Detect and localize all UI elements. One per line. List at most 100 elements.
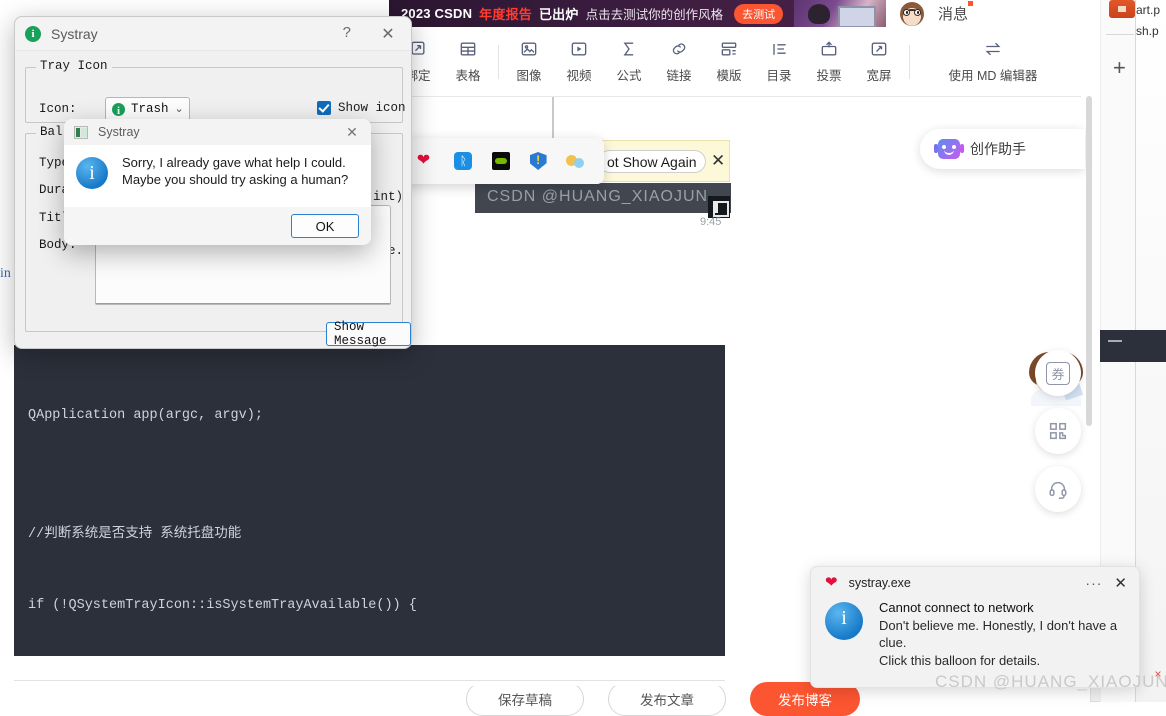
file-name-2[interactable]: sh.p bbox=[1136, 24, 1159, 38]
message-line-1: Sorry, I already gave what help I could. bbox=[122, 155, 346, 170]
toolbar-label-toc: 目录 bbox=[766, 69, 792, 83]
mini-window-thumbnail bbox=[708, 196, 730, 218]
toolbar-item-toc[interactable]: 目录 bbox=[754, 39, 804, 84]
banner-subtext: 点击去测试你的创作风格 bbox=[585, 8, 724, 22]
show-icon-checkbox[interactable]: Show icon bbox=[317, 101, 406, 115]
toolbar-item-formula[interactable]: 公式 bbox=[604, 39, 654, 84]
vote-icon bbox=[821, 41, 837, 56]
float-action-rail: 券 bbox=[1035, 350, 1085, 524]
toolbar-label-video: 视频 bbox=[566, 69, 592, 83]
toolbar-item-image[interactable]: 图像 bbox=[504, 39, 554, 84]
system-tray-flyout: ❤ ᚱ bbox=[397, 138, 604, 184]
message-box-text: Sorry, I already gave what help I could.… bbox=[122, 154, 348, 207]
toolbar-item-link[interactable]: 链接 bbox=[654, 39, 704, 84]
close-icon[interactable]: ✕ bbox=[335, 124, 369, 141]
add-button[interactable]: + bbox=[1113, 57, 1126, 79]
close-icon[interactable]: ✕ bbox=[367, 24, 409, 44]
headset-icon[interactable] bbox=[1035, 466, 1081, 512]
icon-combobox-value: Trash bbox=[131, 102, 169, 116]
message-box-body: Sorry, I already gave what help I could.… bbox=[64, 145, 371, 207]
toolbar-item-vote[interactable]: 投票 bbox=[804, 39, 854, 84]
app-icon bbox=[74, 125, 88, 139]
chevron-down-icon: ⌄ bbox=[174, 104, 184, 116]
toast-title: Cannot connect to network bbox=[879, 600, 1034, 615]
body-underline bbox=[96, 303, 390, 304]
publish-article-button[interactable]: 发布文章 bbox=[608, 682, 726, 716]
heart-icon: ❤ bbox=[825, 574, 838, 591]
code-line: QApplication app(argc, argv); bbox=[28, 408, 263, 424]
creation-assistant-label: 创作助手 bbox=[970, 141, 1026, 157]
list-icon bbox=[773, 44, 786, 55]
monkey-avatar[interactable] bbox=[900, 1, 924, 26]
swap-icon bbox=[985, 42, 1001, 56]
checkbox-box bbox=[317, 101, 331, 115]
bottom-action-bar: 保存草稿 发布文章 发布博客 bbox=[466, 682, 860, 716]
right-dark-note bbox=[1100, 330, 1166, 362]
windows-toast-notification[interactable]: ❤ systray.exe ··· ✕ Cannot connect to ne… bbox=[810, 566, 1140, 688]
toolbar-label-link: 链接 bbox=[666, 69, 692, 83]
messages-link[interactable]: 消息 bbox=[938, 1, 974, 24]
nvidia-icon[interactable] bbox=[491, 152, 510, 170]
show-message-button[interactable]: Show Message bbox=[326, 320, 411, 348]
heart-icon[interactable]: ❤ bbox=[417, 152, 435, 170]
qrcode-icon[interactable] bbox=[1035, 408, 1081, 454]
code-line: if (!QSystemTrayIcon::isSystemTrayAvaila… bbox=[28, 598, 417, 614]
banner-text-main2: 已出炉 bbox=[538, 7, 579, 22]
treasure-chest-icon[interactable] bbox=[1109, 0, 1135, 18]
toolbar-item-table[interactable]: 表格 bbox=[443, 39, 493, 84]
toolbar-item-video[interactable]: 视频 bbox=[554, 39, 604, 84]
video-icon bbox=[571, 42, 587, 56]
message-box-footer: OK bbox=[64, 207, 371, 245]
close-icon[interactable]: ✕ bbox=[711, 151, 725, 171]
toast-app-name: systray.exe bbox=[848, 576, 911, 590]
toolbar-label-widescreen: 宽屏 bbox=[866, 69, 892, 83]
coupon-icon[interactable]: 券 bbox=[1035, 350, 1081, 396]
toolbar-label-formula: 公式 bbox=[616, 69, 642, 83]
link-icon bbox=[672, 43, 686, 55]
banner-artwork bbox=[794, 0, 886, 27]
message-box-dialog: Systray ✕ Sorry, I already gave what hel… bbox=[64, 119, 371, 245]
toolbar-item-md-editor[interactable]: 使用 MD 编辑器 bbox=[933, 39, 1053, 84]
toolbar-item-widescreen[interactable]: 宽屏 bbox=[854, 39, 904, 84]
icon-combobox[interactable]: Trash ⌄ bbox=[105, 97, 190, 121]
toolbar-label-table: 表格 bbox=[455, 69, 481, 83]
right-column-divider bbox=[1106, 34, 1134, 35]
messages-badge-dot bbox=[968, 1, 974, 6]
ok-button[interactable]: OK bbox=[291, 214, 359, 238]
toolbar-label-image: 图像 bbox=[516, 69, 542, 83]
banner-text-highlight: 年度报告 bbox=[479, 7, 532, 22]
systray-titlebar[interactable]: Systray ? ✕ bbox=[15, 17, 411, 51]
app-icon bbox=[25, 25, 41, 42]
trash-icon bbox=[112, 102, 125, 116]
show-icon-label: Show icon bbox=[338, 101, 406, 115]
more-options-button[interactable]: ··· bbox=[1085, 575, 1114, 591]
code-block: QApplication app(argc, argv); //判断系统是否支持… bbox=[14, 345, 725, 656]
watermark-bottom: CSDN @HUANG_XIAOJUN bbox=[935, 672, 1166, 691]
defender-icon[interactable] bbox=[529, 152, 547, 170]
do-not-show-again-button[interactable]: ot Show Again bbox=[598, 150, 706, 173]
message-box-titlebar[interactable]: Systray ✕ bbox=[64, 119, 371, 145]
header-right: 消息 bbox=[886, 0, 1100, 27]
csdn-annual-report-banner[interactable]: 2023 CSDN 年度报告 已出炉 点击去测试你的创作风格 去测试 bbox=[389, 0, 886, 27]
robot-icon bbox=[934, 139, 964, 159]
toast-line-3: Click this balloon for details. bbox=[879, 652, 1041, 668]
help-button[interactable]: ? bbox=[327, 25, 367, 42]
code-block-underline bbox=[14, 656, 725, 686]
bluetooth-icon[interactable]: ᚱ bbox=[454, 152, 473, 170]
watermark-top: CSDN @HUANG_XIAOJUN bbox=[487, 188, 709, 205]
save-draft-button[interactable]: 保存草稿 bbox=[466, 682, 584, 716]
creation-assistant-button[interactable]: 创作助手 bbox=[920, 129, 1085, 169]
banner-cta-button[interactable]: 去测试 bbox=[734, 3, 784, 24]
toast-line-2: clue. bbox=[879, 635, 907, 650]
message-line-2: Maybe you should try asking a human? bbox=[122, 172, 349, 187]
close-icon[interactable]: ✕ bbox=[1114, 574, 1131, 592]
info-icon bbox=[76, 157, 108, 189]
file-name-1[interactable]: art.p bbox=[1136, 3, 1160, 17]
toolbar-label-template: 模版 bbox=[716, 69, 742, 83]
tray-icon-legend: Tray Icon bbox=[36, 59, 112, 73]
people-icon[interactable] bbox=[566, 152, 585, 170]
template-icon bbox=[721, 42, 737, 56]
toast-line-1: Don't believe me. Honestly, I don't have… bbox=[879, 617, 1118, 633]
toolbar-item-template[interactable]: 模版 bbox=[704, 39, 754, 84]
page-scrollbar[interactable] bbox=[1086, 96, 1092, 426]
